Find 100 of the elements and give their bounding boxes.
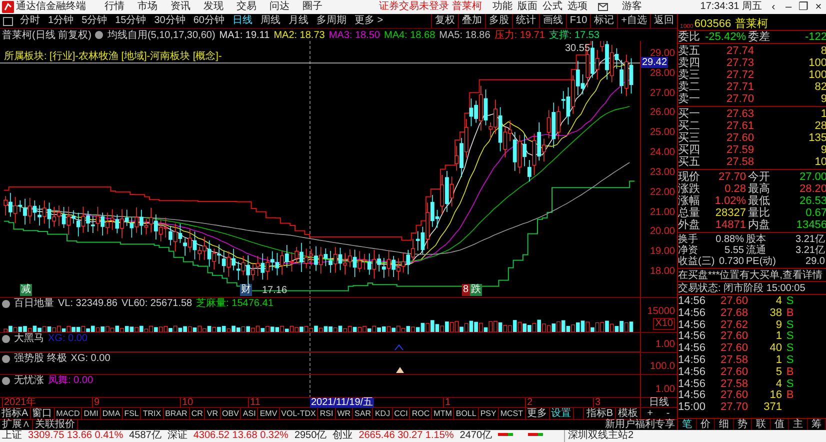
gear-icon[interactable] bbox=[2, 355, 10, 363]
quote-value: 27.70 bbox=[717, 171, 746, 183]
zoom-in-button[interactable]: + bbox=[641, 408, 659, 419]
period-tab[interactable]: 多周期 bbox=[312, 16, 350, 26]
indicator-tab[interactable]: WR bbox=[336, 408, 354, 419]
panel-title: 大黑马 bbox=[14, 334, 44, 344]
indicator-value: MA4: 18.68 bbox=[384, 28, 436, 42]
gear-icon[interactable] bbox=[2, 335, 10, 343]
indicator-tab[interactable]: 指标B bbox=[583, 408, 615, 419]
menu-item[interactable]: 交易 bbox=[230, 0, 263, 14]
event-marker[interactable]: 财 bbox=[240, 284, 252, 296]
toolbar-button[interactable]: 复权 bbox=[430, 14, 458, 28]
date-label: 11 bbox=[248, 398, 260, 408]
menu-item[interactable]: 公式 bbox=[540, 0, 565, 14]
indicator-tab[interactable]: OBV bbox=[220, 408, 242, 419]
menu-item[interactable]: 行情 bbox=[98, 0, 131, 14]
indicator-tab[interactable]: KDJ bbox=[373, 408, 393, 419]
minimize-button[interactable]: – bbox=[781, 2, 796, 12]
indicator-tab[interactable]: CCI bbox=[392, 408, 410, 419]
indicator-tab[interactable]: CR bbox=[190, 408, 206, 419]
event-marker[interactable]: 减 bbox=[20, 284, 32, 296]
period-label: 日线 bbox=[640, 398, 677, 407]
quote-label: 最低 bbox=[747, 195, 771, 207]
user-label[interactable]: 游客 bbox=[622, 0, 642, 14]
back-button[interactable]: ‹ bbox=[766, 2, 781, 12]
indicator-tab[interactable]: 更多 bbox=[526, 408, 550, 419]
toolbar-button[interactable]: 标记 bbox=[590, 14, 618, 28]
toolbar-button[interactable]: 统计 bbox=[512, 14, 539, 28]
tick-volume: 38 bbox=[768, 308, 782, 320]
menu-item[interactable]: 选项 bbox=[564, 0, 590, 14]
indicator-tab[interactable]: BOLL bbox=[454, 408, 479, 419]
period-tab[interactable]: 30分钟 bbox=[150, 16, 190, 26]
big-order-notice[interactable]: 在买盘***位置有大买单,查看详情 bbox=[678, 270, 822, 281]
indicator-tab[interactable]: MCST bbox=[498, 408, 526, 419]
indicator-tab[interactable]: DMI bbox=[82, 408, 101, 419]
indicator-tab[interactable]: ROC bbox=[410, 408, 432, 419]
indicator-tab[interactable]: ASI bbox=[241, 408, 258, 419]
panel-toggle-icon[interactable] bbox=[3, 16, 13, 26]
panel-value: VL60: 25671.58 bbox=[122, 299, 192, 309]
fundamental-label: PE(动) bbox=[745, 256, 777, 267]
event-marker[interactable]: 8 bbox=[462, 284, 470, 296]
trade-side: B bbox=[785, 390, 795, 402]
panel-value: VL: 32349.86 bbox=[58, 299, 118, 309]
period-tab[interactable]: 1分钟 bbox=[44, 16, 78, 26]
tick-time: 14:56 bbox=[678, 343, 707, 355]
indicator-tab[interactable]: 设置 bbox=[550, 408, 574, 419]
indicator-tab[interactable]: BRAR bbox=[164, 408, 190, 419]
index-amount: 2950亿 bbox=[294, 430, 327, 442]
indicator-tab[interactable]: PSY bbox=[478, 408, 499, 419]
zoom-out-button[interactable]: - bbox=[659, 408, 677, 419]
order-price: 27.61 bbox=[725, 120, 754, 132]
close-button[interactable]: × bbox=[811, 2, 826, 12]
cursor-date: 2021/11/19/五 bbox=[310, 398, 374, 408]
indicator-tab[interactable]: MTM bbox=[432, 408, 454, 419]
gear-icon[interactable] bbox=[2, 300, 10, 308]
toolbar-button[interactable]: 返回 bbox=[650, 14, 677, 28]
period-tab[interactable]: 周线 bbox=[256, 16, 284, 26]
indicator-tab[interactable]: RSI bbox=[318, 408, 336, 419]
indicator-tab[interactable]: VR bbox=[205, 408, 221, 419]
menu-item[interactable]: 功能 bbox=[490, 0, 515, 14]
index-amount: 2470亿 bbox=[460, 430, 492, 442]
tick-volume: 16 bbox=[768, 390, 782, 402]
event-marker[interactable]: 跌 bbox=[470, 284, 482, 296]
period-tab[interactable]: 月线 bbox=[284, 16, 312, 26]
tick-time: 14:56 bbox=[678, 390, 707, 402]
indicator-tab[interactable]: 模板 bbox=[615, 408, 640, 419]
period-tab[interactable]: 60分钟 bbox=[189, 16, 228, 26]
indicator-tab[interactable]: MACD bbox=[54, 408, 82, 419]
toolbar-button[interactable]: 画线 bbox=[538, 14, 566, 28]
menu-item[interactable]: 版面 bbox=[514, 0, 540, 14]
toolbar-button[interactable]: F10 bbox=[566, 14, 590, 28]
promo-link[interactable]: 新用户福利专享 bbox=[605, 420, 677, 430]
toolbar-button[interactable]: 叠加 bbox=[458, 14, 485, 28]
indicator-tab[interactable]: TRIX bbox=[141, 408, 164, 419]
period-tab[interactable]: 日线 bbox=[228, 16, 256, 26]
indicator-tab[interactable]: 指标A bbox=[0, 408, 31, 419]
login-notice[interactable]: 证券交易未登录 普莱柯 bbox=[379, 0, 482, 14]
gear-icon[interactable] bbox=[2, 377, 10, 385]
restore-button[interactable]: ❐ bbox=[796, 2, 811, 12]
period-tab[interactable]: 5分钟 bbox=[78, 16, 112, 26]
toolbar-button[interactable]: +自选 bbox=[617, 14, 650, 28]
menu-item[interactable]: 资讯 bbox=[164, 0, 197, 14]
quote-label: 现价 bbox=[678, 171, 701, 183]
indicator-tab[interactable]: FSL bbox=[122, 408, 142, 419]
gear-icon[interactable] bbox=[95, 31, 104, 39]
mail-icon bbox=[598, 3, 608, 11]
indicator-tab[interactable]: DMA bbox=[100, 408, 123, 419]
indicator-tab[interactable]: VOL-TDX bbox=[280, 408, 318, 419]
indicator-tab[interactable]: EMV bbox=[258, 408, 280, 419]
period-tab[interactable]: 分时 bbox=[16, 16, 44, 26]
quote-value: 14871 bbox=[714, 219, 746, 231]
menu-item[interactable]: 发现 bbox=[197, 0, 230, 14]
menu-item[interactable]: 市场 bbox=[131, 0, 164, 14]
indicator-tab[interactable]: SAR bbox=[353, 408, 374, 419]
menu-item[interactable]: 问达 bbox=[263, 0, 296, 14]
toolbar-button[interactable]: 多股 bbox=[484, 14, 512, 28]
menu-item[interactable]: 圈子 bbox=[296, 0, 329, 14]
period-tab[interactable]: 更多 > bbox=[350, 16, 388, 26]
period-tab[interactable]: 15分钟 bbox=[111, 16, 150, 26]
ratio-label: 委比 bbox=[678, 31, 701, 43]
